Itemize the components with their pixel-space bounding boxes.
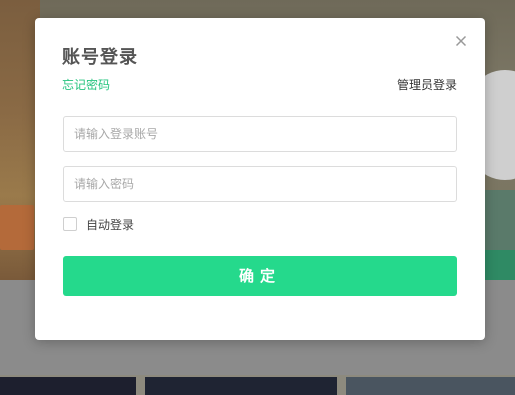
auto-login-checkbox[interactable] xyxy=(63,217,77,231)
account-field xyxy=(63,116,457,152)
close-icon xyxy=(455,35,467,47)
dialog-title: 账号登录 xyxy=(62,47,138,68)
background-thumbnail xyxy=(0,377,136,395)
auto-login-option[interactable]: 自动登录 xyxy=(63,216,134,232)
password-field xyxy=(63,166,457,202)
login-dialog: 账号登录 忘记密码 管理员登录 自动登录 确定 xyxy=(35,18,485,340)
admin-login-link[interactable]: 管理员登录 xyxy=(397,76,457,93)
background-thumbnail xyxy=(346,377,515,395)
forgot-password-link[interactable]: 忘记密码 xyxy=(62,76,110,93)
account-input[interactable] xyxy=(64,117,456,151)
background-thumbnail xyxy=(145,377,337,395)
auto-login-label: 自动登录 xyxy=(86,217,135,232)
background-panel xyxy=(485,190,515,250)
password-input[interactable] xyxy=(64,167,456,201)
confirm-button[interactable]: 确定 xyxy=(63,256,457,296)
close-button[interactable] xyxy=(453,33,469,49)
background-badge xyxy=(0,205,34,250)
